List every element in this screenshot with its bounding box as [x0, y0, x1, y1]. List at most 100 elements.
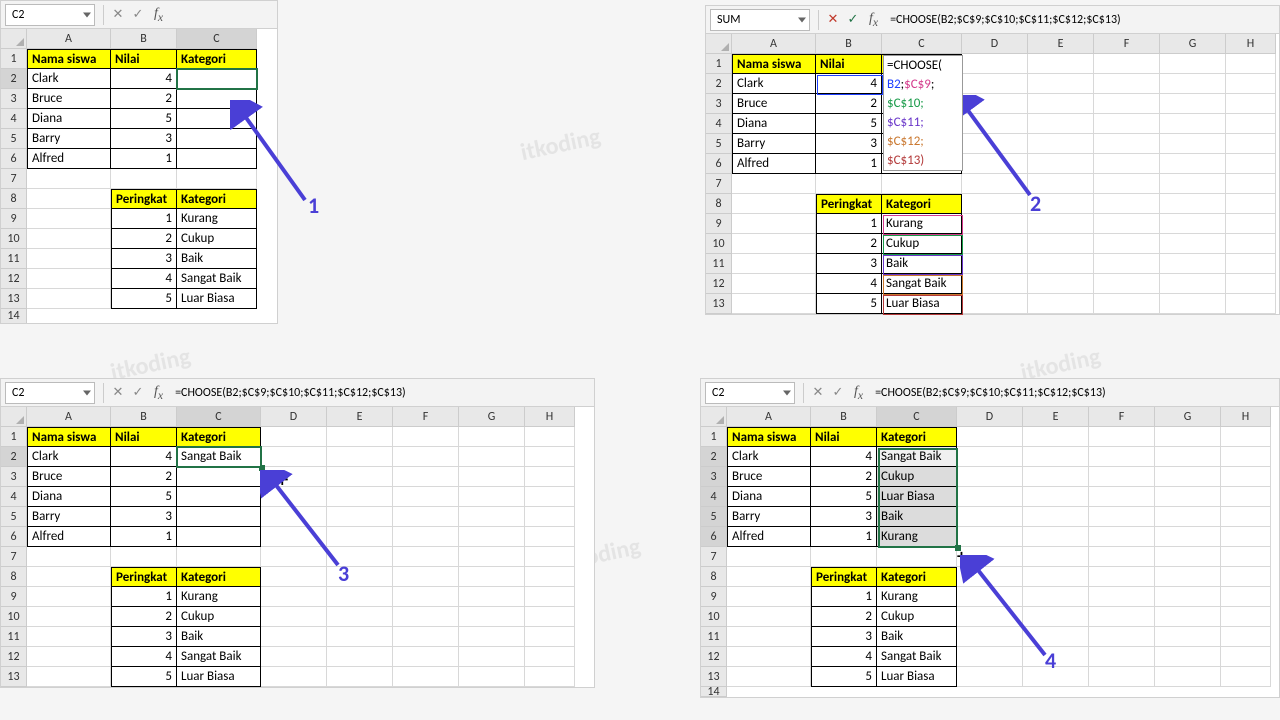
cell[interactable]: [1028, 254, 1094, 274]
fx-icon[interactable]: fx: [854, 384, 863, 402]
cell[interactable]: [1155, 447, 1221, 467]
cell[interactable]: [261, 567, 327, 587]
cell[interactable]: Alfred: [732, 154, 816, 174]
cancel-icon[interactable]: ✕: [823, 10, 843, 30]
cell[interactable]: Kurang: [177, 209, 257, 229]
cell[interactable]: [177, 149, 257, 169]
cell[interactable]: [1089, 467, 1155, 487]
cell[interactable]: 1: [111, 209, 177, 229]
formula-input[interactable]: =CHOOSE(B2;$C$9;$C$10;$C$11;$C$12;$C$13): [884, 13, 1279, 27]
cell[interactable]: [1094, 114, 1160, 134]
row-header[interactable]: 3: [701, 467, 727, 487]
cell[interactable]: [1089, 587, 1155, 607]
cell[interactable]: [261, 667, 327, 687]
cell[interactable]: [957, 647, 1023, 667]
cell[interactable]: [962, 94, 1028, 114]
cell[interactable]: [27, 587, 111, 607]
cell[interactable]: [732, 254, 816, 274]
cell[interactable]: [27, 627, 111, 647]
cell[interactable]: [1221, 607, 1271, 627]
col-header-C[interactable]: C: [177, 29, 257, 49]
cell[interactable]: [1160, 114, 1226, 134]
cell[interactable]: [1226, 294, 1276, 314]
cell[interactable]: [261, 427, 327, 447]
col-header-F[interactable]: F: [393, 407, 459, 427]
cell[interactable]: 3: [111, 627, 177, 647]
cell[interactable]: [525, 487, 575, 507]
row-header[interactable]: 11: [1, 249, 27, 269]
cell[interactable]: Bruce: [727, 467, 811, 487]
cell[interactable]: 2: [816, 234, 882, 254]
cell[interactable]: [1089, 567, 1155, 587]
cell[interactable]: [327, 627, 393, 647]
header-cell[interactable]: Nama siswa: [27, 427, 111, 447]
cell[interactable]: [459, 567, 525, 587]
row-header[interactable]: 3: [1, 89, 27, 109]
cell[interactable]: [1028, 234, 1094, 254]
header-cell[interactable]: Kategori: [177, 567, 261, 587]
cell[interactable]: 5: [816, 294, 882, 314]
cell[interactable]: [957, 567, 1023, 587]
cell[interactable]: Cukup: [177, 229, 257, 249]
cell[interactable]: [1160, 254, 1226, 274]
row-header[interactable]: 10: [1, 229, 27, 249]
header-cell[interactable]: Nilai: [111, 49, 177, 69]
row-header[interactable]: 3: [1, 467, 27, 487]
cell[interactable]: [525, 667, 575, 687]
cell[interactable]: Kurang: [877, 527, 957, 547]
row-header[interactable]: 1: [1, 49, 27, 69]
name-box[interactable]: C2: [5, 4, 95, 26]
cell[interactable]: [1221, 667, 1271, 687]
cell[interactable]: [1089, 447, 1155, 467]
cell[interactable]: [327, 447, 393, 467]
cell[interactable]: 3: [811, 507, 877, 527]
cell[interactable]: [1160, 214, 1226, 234]
name-box[interactable]: C2: [5, 382, 95, 404]
cell[interactable]: [1089, 607, 1155, 627]
cell[interactable]: [1094, 134, 1160, 154]
cell[interactable]: Sangat Baik: [177, 647, 261, 667]
cell[interactable]: [459, 467, 525, 487]
cell[interactable]: [27, 567, 111, 587]
cell[interactable]: [816, 174, 882, 194]
row-header[interactable]: 5: [1, 507, 27, 527]
col-header-B[interactable]: B: [111, 407, 177, 427]
col-header-C[interactable]: C: [177, 407, 261, 427]
cell[interactable]: [962, 214, 1028, 234]
cell[interactable]: [727, 567, 811, 587]
cell[interactable]: [327, 547, 393, 567]
cell[interactable]: [327, 527, 393, 547]
header-cell[interactable]: Kategori: [177, 49, 257, 69]
cell[interactable]: [962, 294, 1028, 314]
name-box[interactable]: SUM: [710, 9, 810, 31]
cell[interactable]: [727, 667, 811, 687]
cell[interactable]: [177, 507, 261, 527]
cell[interactable]: [1023, 487, 1089, 507]
cell[interactable]: [459, 427, 525, 447]
chevron-down-icon[interactable]: [798, 17, 806, 22]
cell[interactable]: [327, 607, 393, 627]
cell[interactable]: [393, 587, 459, 607]
row-header[interactable]: 9: [1, 209, 27, 229]
row-header[interactable]: 8: [1, 189, 27, 209]
cell[interactable]: [1221, 507, 1271, 527]
cell[interactable]: Baik: [877, 627, 957, 647]
header-cell[interactable]: Nilai: [816, 54, 882, 74]
active-cell[interactable]: Sangat Baik: [877, 447, 957, 467]
row-header[interactable]: 2: [701, 447, 727, 467]
row-header[interactable]: 11: [706, 254, 732, 274]
col-header-G[interactable]: G: [1160, 34, 1226, 54]
cell[interactable]: [327, 507, 393, 527]
row-header[interactable]: 10: [706, 234, 732, 254]
row-header[interactable]: 5: [1, 129, 27, 149]
cell[interactable]: 4: [816, 74, 882, 94]
cell[interactable]: [1160, 234, 1226, 254]
cell[interactable]: [962, 114, 1028, 134]
col-header-D[interactable]: D: [957, 407, 1023, 427]
cell[interactable]: [1226, 154, 1276, 174]
cell[interactable]: [1221, 627, 1271, 647]
cell[interactable]: Clark: [732, 74, 816, 94]
cell[interactable]: [459, 607, 525, 627]
row-header[interactable]: 6: [701, 527, 727, 547]
cell[interactable]: [727, 647, 811, 667]
